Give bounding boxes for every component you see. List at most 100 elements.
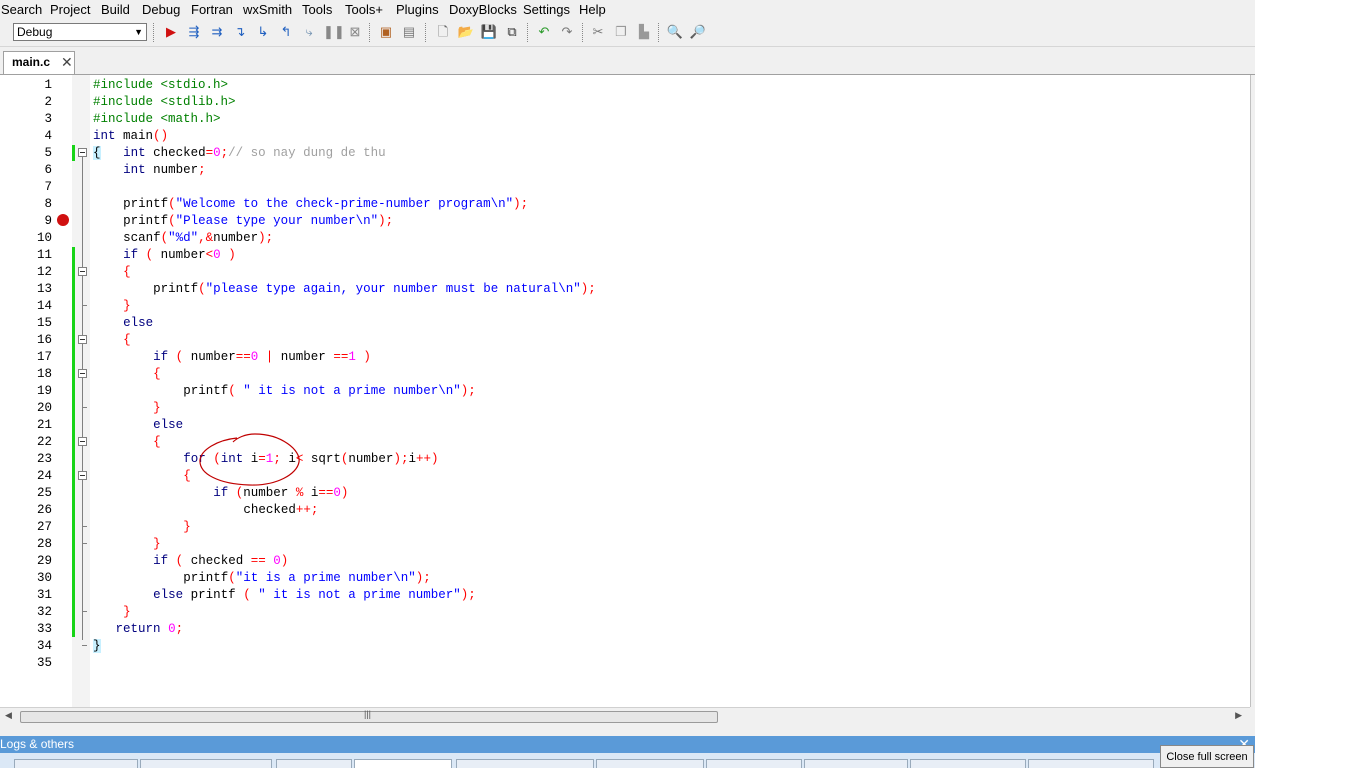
code-line[interactable]: }: [93, 400, 161, 417]
code-line[interactable]: }: [93, 519, 191, 536]
next-line-icon[interactable]: ↴: [231, 23, 249, 41]
logs-tab[interactable]: [276, 759, 352, 768]
toolbar-grip[interactable]: [527, 23, 531, 42]
code-line[interactable]: }: [93, 604, 131, 621]
code-editor[interactable]: 1 2 3 4 5 6 7 8 9 10 11 12 13 14 15 16 17 18 19 20 21 22 23 24 2…: [0, 75, 1251, 707]
code-line[interactable]: else: [93, 315, 153, 332]
stop-icon[interactable]: ⊠: [346, 23, 364, 41]
logs-tab[interactable]: [1028, 759, 1154, 768]
logs-tab[interactable]: [804, 759, 908, 768]
menu-tools[interactable]: Tools: [302, 1, 332, 18]
logs-tab[interactable]: [354, 759, 452, 768]
menu-doxyblocks[interactable]: DoxyBlocks: [449, 1, 517, 18]
breakpoint-icon[interactable]: [57, 214, 69, 226]
scrollbar-thumb[interactable]: |||: [20, 709, 718, 723]
toolbar-grip[interactable]: [425, 23, 429, 42]
step-into-icon[interactable]: ↳: [254, 23, 272, 41]
code-line[interactable]: else printf ( " it is not a prime number…: [93, 587, 476, 604]
save-all-icon[interactable]: ⧉: [503, 23, 521, 41]
toolbar-grip[interactable]: [369, 23, 373, 42]
debug-run-icon[interactable]: ⇶: [185, 23, 203, 41]
toolbar-grip[interactable]: [153, 23, 157, 42]
new-file-icon[interactable]: 🗋: [434, 23, 452, 41]
logs-tab[interactable]: [596, 759, 704, 768]
code-line[interactable]: }: [93, 638, 101, 655]
code-line[interactable]: printf("Welcome to the check-prime-numbe…: [93, 196, 528, 213]
code-line[interactable]: printf("Please type your number\n");: [93, 213, 393, 230]
fold-toggle-icon[interactable]: [78, 471, 87, 480]
code-line[interactable]: return 0;: [93, 621, 184, 638]
info-icon[interactable]: ▤: [400, 23, 418, 41]
tab-main-c[interactable]: main.c ✕: [3, 51, 75, 74]
line-number: 23: [36, 452, 52, 466]
replace-icon[interactable]: 🔎: [689, 23, 707, 41]
menu-debug[interactable]: Debug: [142, 1, 180, 18]
step-out-icon[interactable]: ↰: [277, 23, 295, 41]
debug-windows-icon[interactable]: ▣: [377, 23, 395, 41]
code-line[interactable]: if ( number==0 | number ==1 ): [93, 349, 371, 366]
code-line[interactable]: #include <stdio.h>: [93, 77, 228, 94]
logs-tab[interactable]: [910, 759, 1026, 768]
open-icon[interactable]: 📂: [457, 23, 475, 41]
code-line[interactable]: #include <stdlib.h>: [93, 94, 236, 111]
chevron-down-icon: ▼: [134, 27, 143, 37]
code-line[interactable]: {: [93, 434, 161, 451]
code-line[interactable]: int number;: [93, 162, 206, 179]
scroll-right-icon[interactable]: ▶: [1235, 710, 1242, 721]
code-line[interactable]: printf("please type again, your number m…: [93, 281, 596, 298]
undo-icon[interactable]: ↶: [535, 23, 553, 41]
scroll-left-icon[interactable]: ◀: [5, 710, 12, 721]
code-line[interactable]: if ( checked == 0): [93, 553, 288, 570]
code-line[interactable]: checked++;: [93, 502, 318, 519]
code-line[interactable]: {: [93, 366, 161, 383]
redo-icon[interactable]: ↷: [558, 23, 576, 41]
paste-icon[interactable]: ▙: [635, 23, 653, 41]
code-line[interactable]: else: [93, 417, 183, 434]
code-line[interactable]: { int checked=0;// so nay dung de thu: [93, 145, 386, 162]
close-fullscreen-button[interactable]: Close full screen: [1160, 745, 1254, 768]
code-line[interactable]: #include <math.h>: [93, 111, 221, 128]
code-line[interactable]: printf("it is a prime number\n");: [93, 570, 431, 587]
menu-plugins[interactable]: Plugins: [396, 1, 439, 18]
copy-icon[interactable]: ❐: [612, 23, 630, 41]
toolbar-grip[interactable]: [582, 23, 586, 42]
run-to-cursor-icon[interactable]: ⇉: [208, 23, 226, 41]
code-line[interactable]: {: [93, 468, 191, 485]
code-line[interactable]: int main(): [93, 128, 168, 145]
logs-tab[interactable]: [456, 759, 594, 768]
menu-settings[interactable]: Settings: [523, 1, 570, 18]
code-line[interactable]: printf( " it is not a prime number\n");: [93, 383, 476, 400]
menu-search[interactable]: Search: [1, 1, 42, 18]
horizontal-scrollbar[interactable]: ◀ ||| ▶: [0, 707, 1250, 726]
menu-help[interactable]: Help: [579, 1, 606, 18]
toolbar-grip[interactable]: [658, 23, 662, 42]
fold-toggle-icon[interactable]: [78, 437, 87, 446]
build-target-select[interactable]: Debug ▼: [13, 23, 147, 41]
close-icon[interactable]: ✕: [61, 54, 73, 71]
run-icon[interactable]: ▶: [162, 23, 180, 41]
code-line[interactable]: scanf("%d",&number);: [93, 230, 273, 247]
fold-toggle-icon[interactable]: [78, 148, 87, 157]
code-line[interactable]: }: [93, 298, 131, 315]
menu-tools-plus[interactable]: Tools+: [345, 1, 383, 18]
code-line[interactable]: }: [93, 536, 161, 553]
code-line[interactable]: {: [93, 332, 131, 349]
menu-build[interactable]: Build: [101, 1, 130, 18]
code-line[interactable]: if ( number<0 ): [93, 247, 236, 264]
code-line[interactable]: {: [93, 264, 131, 281]
logs-tab[interactable]: [706, 759, 802, 768]
pause-icon[interactable]: ❚❚: [323, 23, 345, 41]
menu-fortran[interactable]: Fortran: [191, 1, 233, 18]
fold-toggle-icon[interactable]: [78, 335, 87, 344]
cut-icon[interactable]: ✂: [589, 23, 607, 41]
fold-toggle-icon[interactable]: [78, 267, 87, 276]
fold-toggle-icon[interactable]: [78, 369, 87, 378]
logs-tab[interactable]: [14, 759, 138, 768]
find-icon[interactable]: 🔍: [666, 23, 684, 41]
menu-project[interactable]: Project: [50, 1, 90, 18]
logs-title-bar[interactable]: Logs & others ✕: [0, 736, 1255, 753]
menu-wxsmith[interactable]: wxSmith: [243, 1, 292, 18]
logs-tab[interactable]: [140, 759, 272, 768]
save-icon[interactable]: 💾: [480, 23, 498, 41]
next-instruction-icon[interactable]: ⤷: [300, 23, 318, 41]
